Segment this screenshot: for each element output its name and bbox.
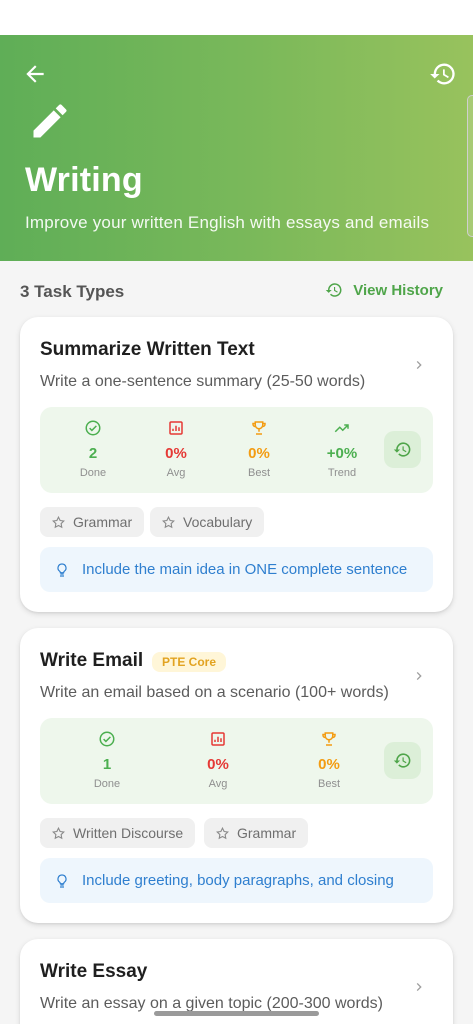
task-title: Write Essay bbox=[40, 961, 148, 982]
back-arrow-icon[interactable] bbox=[22, 61, 48, 87]
stat-trend: +0% Trend bbox=[312, 407, 372, 493]
stat-value: 0% bbox=[248, 445, 270, 462]
stat-label: Done bbox=[79, 467, 107, 479]
history-icon bbox=[325, 283, 342, 297]
stat-done: 1 Done bbox=[77, 718, 137, 804]
stat-label: Avg bbox=[166, 467, 186, 479]
stat-label: Avg bbox=[208, 778, 228, 790]
status-bar bbox=[0, 0, 473, 35]
task-description: Write an email based on a scenario (100+… bbox=[40, 684, 389, 701]
bar-chart-icon bbox=[169, 421, 183, 435]
task-types-row: 3 Task Types View History bbox=[20, 281, 443, 303]
task-card-summarize-written-text[interactable]: Summarize Written Text Write a one-sente… bbox=[20, 317, 453, 612]
stat-value: 2 bbox=[88, 445, 98, 462]
scrollbar-thumb[interactable] bbox=[467, 95, 473, 237]
tag-chip: Grammar bbox=[40, 507, 145, 537]
tag-label: Grammar bbox=[73, 514, 133, 530]
stat-value: 1 bbox=[102, 756, 112, 773]
stat-value: 0% bbox=[318, 756, 340, 773]
tip-text: Include greeting, body paragraphs, and c… bbox=[82, 872, 394, 889]
stat-avg: 0% Avg bbox=[188, 718, 248, 804]
task-history-button[interactable] bbox=[384, 431, 421, 468]
task-title: Summarize Written Text bbox=[40, 339, 255, 360]
lightbulb-icon bbox=[57, 562, 67, 577]
task-history-button[interactable] bbox=[384, 742, 421, 779]
stat-value: +0% bbox=[326, 445, 358, 462]
trophy-icon bbox=[252, 421, 266, 435]
stat-done: 2 Done bbox=[63, 407, 123, 493]
tag-chip: Vocabulary bbox=[150, 507, 265, 537]
tag-chip: Grammar bbox=[204, 818, 309, 848]
stats-panel: 2 Done 0% Avg 0% Best +0% Trend bbox=[40, 407, 433, 493]
pte-core-badge: PTE Core bbox=[152, 652, 227, 672]
task-description: Write a one-sentence summary (25-50 word… bbox=[40, 373, 366, 390]
task-card-write-email[interactable]: Write Email PTE Core Write an email base… bbox=[20, 628, 453, 923]
tip-box: Include greeting, body paragraphs, and c… bbox=[40, 858, 433, 903]
stat-label: Trend bbox=[327, 467, 357, 479]
pencil-icon bbox=[33, 104, 67, 138]
stats-panel: 1 Done 0% Avg 0% Best bbox=[40, 718, 433, 804]
task-count: 3 Task Types bbox=[20, 282, 125, 301]
history-icon bbox=[393, 442, 411, 457]
tag-chip: Written Discourse bbox=[40, 818, 196, 848]
check-circle-icon bbox=[99, 731, 115, 747]
lightbulb-icon bbox=[57, 873, 67, 888]
star-icon bbox=[52, 826, 65, 839]
chevron-right-icon bbox=[416, 983, 422, 991]
stat-label: Best bbox=[317, 778, 340, 790]
trending-up-icon bbox=[334, 424, 349, 433]
tip-box: Include the main idea in ONE complete se… bbox=[40, 547, 433, 592]
star-icon bbox=[162, 515, 175, 528]
stat-best: 0% Best bbox=[229, 407, 289, 493]
page-header: Writing Improve your written English wit… bbox=[0, 35, 473, 261]
stat-best: 0% Best bbox=[299, 718, 359, 804]
stat-label: Done bbox=[93, 778, 121, 790]
view-history-button[interactable]: View History bbox=[325, 281, 443, 299]
page-subtitle: Improve your written English with essays… bbox=[25, 213, 430, 232]
tag-label: Written Discourse bbox=[73, 825, 184, 841]
chevron-right-icon bbox=[416, 672, 422, 680]
stat-value: 0% bbox=[165, 445, 187, 462]
tag-label: Vocabulary bbox=[183, 514, 253, 530]
bar-chart-icon bbox=[211, 732, 225, 746]
chevron-right-icon bbox=[416, 361, 422, 369]
star-icon bbox=[52, 515, 65, 528]
task-title: Write Email bbox=[40, 650, 144, 671]
view-history-label: View History bbox=[353, 281, 443, 299]
star-icon bbox=[216, 826, 229, 839]
stat-label: Best bbox=[247, 467, 270, 479]
history-icon[interactable] bbox=[429, 60, 457, 88]
tag-label: Grammar bbox=[237, 825, 297, 841]
stat-value: 0% bbox=[207, 756, 229, 773]
trophy-icon bbox=[322, 732, 336, 746]
stat-avg: 0% Avg bbox=[146, 407, 206, 493]
home-indicator[interactable] bbox=[154, 1011, 319, 1016]
history-icon bbox=[393, 753, 411, 768]
page-title: Writing bbox=[25, 161, 143, 199]
tip-text: Include the main idea in ONE complete se… bbox=[82, 561, 408, 578]
check-circle-icon bbox=[85, 420, 101, 436]
